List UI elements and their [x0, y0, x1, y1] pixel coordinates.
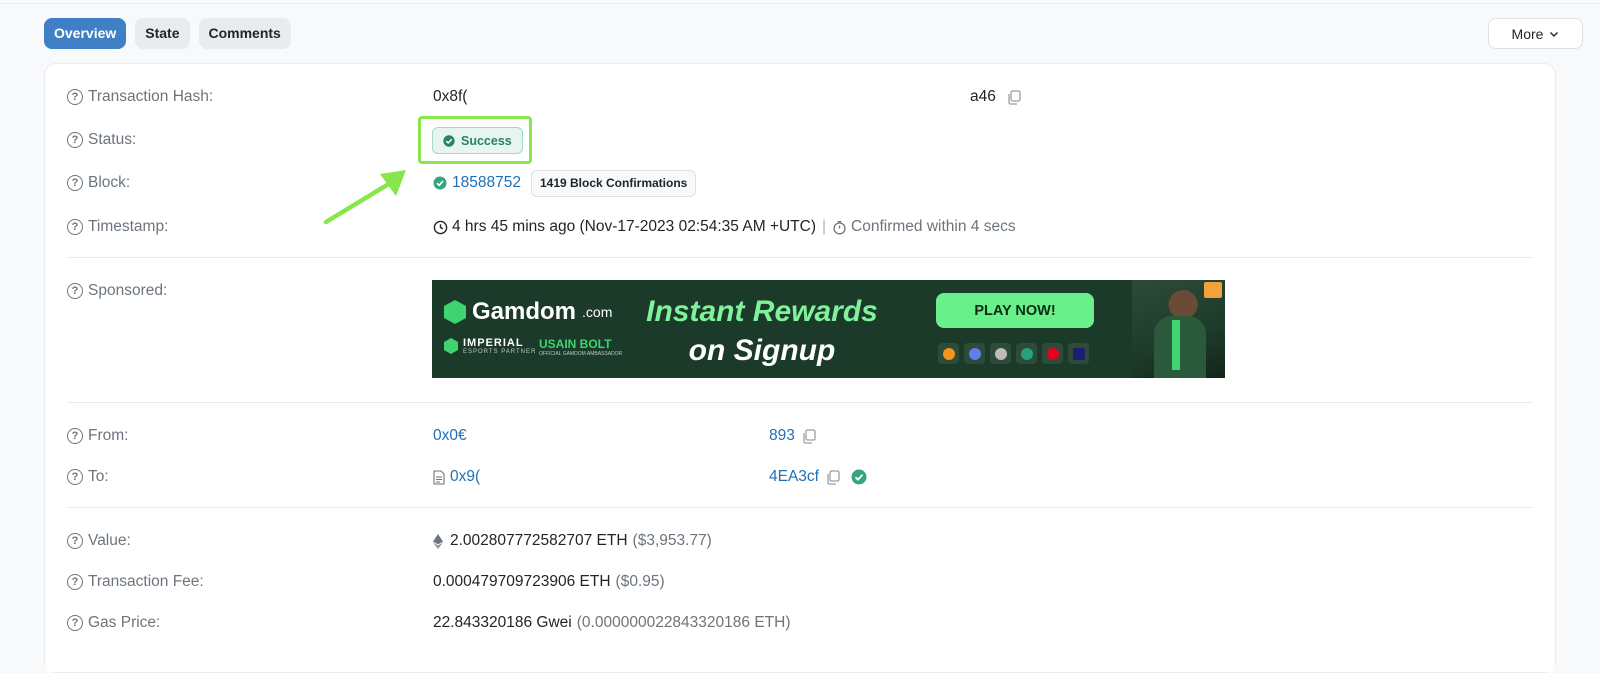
copy-icon[interactable] — [801, 428, 817, 444]
to-address-start[interactable]: 0x9( — [450, 468, 480, 486]
annotation-arrow-icon — [323, 170, 406, 225]
block-row: ? Block: 18588752 1419 Block Confirmatio… — [45, 169, 1555, 197]
copy-icon[interactable] — [1006, 89, 1022, 105]
tx-hash-end[interactable]: a46 — [970, 88, 996, 106]
bottom-fade — [45, 647, 1555, 672]
imperial-partner-logo: IMPERIAL ESPORTS PARTNER — [444, 337, 536, 355]
from-address-end[interactable]: 893 — [769, 427, 795, 445]
litecoin-icon — [990, 343, 1011, 364]
help-icon[interactable]: ? — [67, 469, 83, 485]
chevron-down-icon — [1550, 31, 1559, 37]
block-label: ? Block: — [67, 174, 130, 192]
to-label: ? To: — [67, 468, 109, 486]
from-end-wrap: 893 — [769, 427, 817, 445]
mastercard-icon — [1042, 343, 1063, 364]
tab-overview[interactable]: Overview — [44, 18, 127, 49]
to-row: ? To: 0x9( 4EA3cf — [45, 467, 1555, 487]
banner-headline: Instant Rewards on Signup — [646, 295, 878, 367]
tab-bar: Overview State Comments — [44, 18, 291, 49]
contract-file-icon — [433, 469, 445, 485]
help-icon[interactable]: ? — [67, 428, 83, 444]
more-label: More — [1511, 25, 1544, 42]
separator: | — [822, 218, 827, 235]
sponsored-label: ? Sponsored: — [67, 282, 167, 300]
status-label: ? Status: — [67, 131, 136, 149]
help-icon[interactable]: ? — [67, 89, 83, 105]
timestamp-row: ? Timestamp: 4 hrs 45 mins ago (Nov-17-2… — [45, 217, 1555, 237]
fee-amount: 0.000479709723906 ETH ($0.95) — [433, 573, 665, 590]
section-divider — [67, 507, 1533, 508]
copy-icon[interactable] — [825, 469, 841, 485]
from-value: 0x0€ — [433, 427, 467, 445]
help-icon[interactable]: ? — [67, 574, 83, 590]
ad-choices-icon[interactable] — [1204, 282, 1222, 298]
gamdom-logo: Gamdom .com — [444, 298, 612, 326]
help-icon[interactable]: ? — [67, 533, 83, 549]
play-now-button[interactable]: PLAY NOW! — [936, 293, 1094, 328]
tether-icon — [1016, 343, 1037, 364]
ethereum-coin-icon — [964, 343, 985, 364]
timestamp-value: 4 hrs 45 mins ago (Nov-17-2023 02:54:35 … — [433, 218, 1016, 236]
imperial-logo-icon — [444, 338, 458, 354]
fee-row: ? Transaction Fee: 0.000479709723906 ETH… — [45, 572, 1555, 592]
from-row: ? From: 0x0€ 893 — [45, 426, 1555, 446]
to-address-end[interactable]: 4EA3cf — [769, 468, 819, 486]
block-confirmations-badge: 1419 Block Confirmations — [530, 169, 697, 197]
gas-amount: 22.843320186 Gwei (0.000000022843320186 … — [433, 614, 791, 631]
timestamp-label: ? Timestamp: — [67, 218, 168, 236]
section-divider — [67, 257, 1533, 258]
tx-hash-start[interactable]: 0x8f( — [433, 88, 467, 106]
help-icon[interactable]: ? — [67, 219, 83, 235]
value-row: ? Value: 2.002807772582707 ETH ($3,953.7… — [45, 531, 1555, 551]
gas-row: ? Gas Price: 22.843320186 Gwei (0.000000… — [45, 613, 1555, 633]
from-label: ? From: — [67, 427, 128, 445]
help-icon[interactable]: ? — [67, 132, 83, 148]
section-divider — [67, 402, 1533, 403]
tx-hash-value: 0x8f( — [433, 88, 467, 106]
block-value: 18588752 1419 Block Confirmations — [433, 169, 697, 197]
payment-icons — [938, 343, 1089, 364]
annotation-highlight-box — [418, 116, 532, 164]
value-label: ? Value: — [67, 532, 131, 550]
gamdom-logo-icon — [444, 300, 466, 324]
from-address-start[interactable]: 0x0€ — [433, 427, 467, 445]
tab-comments[interactable]: Comments — [198, 18, 291, 49]
tab-state[interactable]: State — [135, 18, 190, 49]
status-row: ? Status: — [45, 130, 1555, 150]
check-circle-icon — [433, 176, 447, 190]
top-divider — [0, 3, 1600, 4]
visa-icon — [1068, 343, 1089, 364]
to-value: 0x9( — [433, 468, 480, 486]
tx-hash-row: ? Transaction Hash: 0x8f( a46 — [45, 87, 1555, 107]
stopwatch-icon — [833, 220, 846, 235]
gas-label: ? Gas Price: — [67, 614, 160, 632]
ethereum-icon — [433, 533, 443, 549]
to-end-wrap: 4EA3cf — [769, 468, 867, 486]
confirmed-within: Confirmed within 4 secs — [851, 218, 1016, 235]
tx-hash-end-wrap: a46 — [970, 88, 1022, 106]
help-icon[interactable]: ? — [67, 283, 83, 299]
help-icon[interactable]: ? — [67, 175, 83, 191]
sponsored-banner-ad[interactable]: Gamdom .com IMPERIAL ESPORTS PARTNER USA… — [432, 280, 1225, 378]
clock-icon — [433, 220, 448, 234]
more-dropdown-button[interactable]: More — [1488, 18, 1583, 49]
help-icon[interactable]: ? — [67, 615, 83, 631]
fee-label: ? Transaction Fee: — [67, 573, 204, 591]
bitcoin-icon — [938, 343, 959, 364]
block-number-link[interactable]: 18588752 — [452, 174, 521, 192]
usain-bolt-logo: USAIN BOLT OFFICIAL GAMDOM AMBASSADOR — [539, 337, 623, 357]
verified-check-icon — [851, 469, 867, 485]
tx-hash-label: ? Transaction Hash: — [67, 88, 213, 106]
value-amount: 2.002807772582707 ETH ($3,953.77) — [433, 532, 712, 550]
